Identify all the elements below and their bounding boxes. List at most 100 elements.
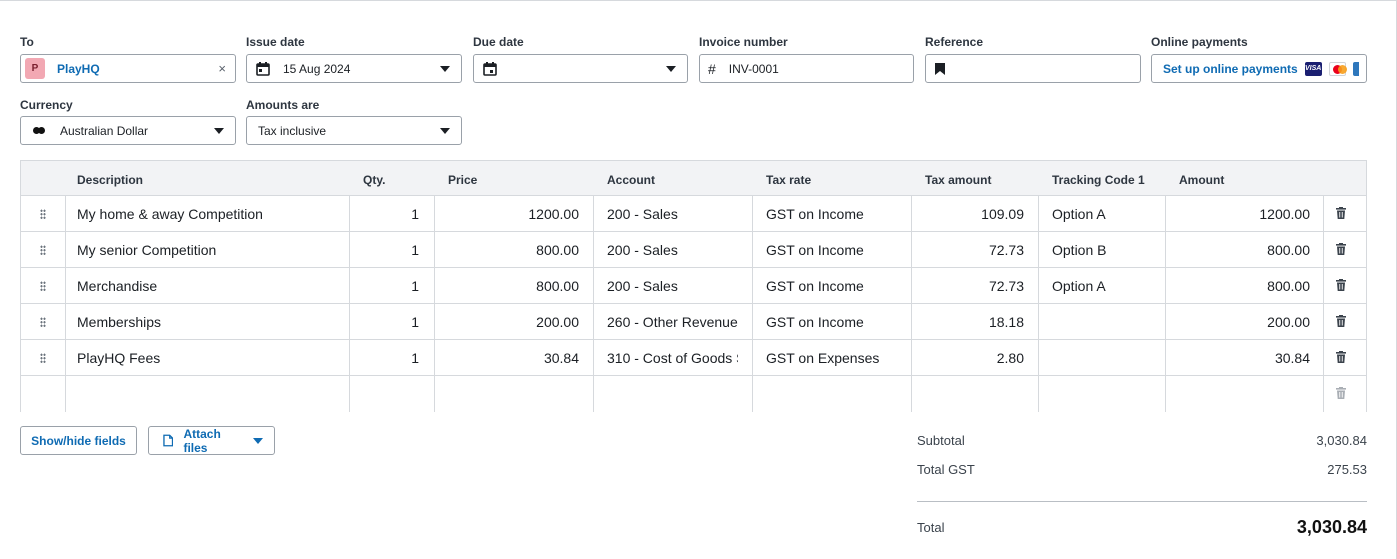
cell-tax-amount[interactable]: 72.73 (913, 242, 1024, 258)
contact-avatar: P (25, 58, 45, 79)
cell-tax-amount[interactable]: 109.09 (913, 206, 1024, 222)
chevron-down-icon (666, 65, 676, 72)
row-drag-handle[interactable] (21, 232, 66, 268)
cell-account[interactable]: 310 - Cost of Goods Sold (607, 350, 738, 366)
column-divider (1323, 268, 1324, 304)
cell-tax-amount[interactable]: 72.73 (913, 278, 1024, 294)
cell-account[interactable]: 260 - Other Revenue (607, 314, 738, 330)
row-drag-handle[interactable] (21, 268, 66, 304)
summary-divider (917, 501, 1367, 502)
cell-qty[interactable]: 1 (351, 314, 419, 330)
attach-files-label: Attach files (183, 426, 221, 455)
cell-amount[interactable]: 200.00 (1179, 314, 1310, 330)
show-hide-fields-button[interactable]: Show/hide fields (20, 426, 137, 455)
attach-files-button[interactable]: Attach files (148, 426, 275, 455)
cell-tax-rate[interactable]: GST on Income (766, 242, 911, 258)
amounts-are-select[interactable]: Tax inclusive (246, 116, 462, 145)
header-amount: Amount (1179, 173, 1225, 187)
invoice-number-value[interactable]: INV-0001 (729, 62, 913, 76)
trash-icon[interactable] (1336, 279, 1346, 291)
cell-account[interactable]: 200 - Sales (607, 278, 738, 294)
table-row: My senior Competition 1 800.00 200 - Sales G… (21, 232, 1366, 268)
cell-description[interactable]: PlayHQ Fees (77, 350, 347, 366)
header-tax-amount: Tax amount (925, 173, 992, 187)
issue-date-label: Issue date (246, 35, 305, 49)
cell-qty[interactable]: 1 (351, 278, 419, 294)
column-divider (752, 340, 753, 376)
cell-qty[interactable]: 1 (351, 350, 419, 366)
cell-account[interactable]: 200 - Sales (607, 242, 738, 258)
contact-name[interactable]: PlayHQ (57, 62, 218, 76)
drag-handle-icon (40, 352, 46, 363)
trash-icon[interactable] (1336, 243, 1346, 255)
chevron-down-icon (214, 127, 224, 134)
table-row: Merchandise 1 800.00 200 - Sales GST on Inco… (21, 268, 1366, 304)
online-payments-button[interactable]: Set up online payments VISA (1151, 54, 1367, 83)
column-divider (434, 196, 435, 232)
issue-date-value: 15 Aug 2024 (283, 61, 351, 76)
column-divider (434, 268, 435, 304)
cell-description[interactable]: Memberships (77, 314, 347, 330)
cell-tracking[interactable]: Option B (1052, 242, 1167, 258)
cell-price[interactable]: 800.00 (436, 278, 579, 294)
column-divider (1323, 376, 1324, 412)
row-drag-handle[interactable] (21, 340, 66, 376)
drag-handle-icon (40, 316, 46, 327)
column-divider (752, 376, 753, 412)
cell-price[interactable]: 200.00 (436, 314, 579, 330)
cell-qty[interactable]: 1 (351, 242, 419, 258)
cell-price[interactable]: 30.84 (436, 350, 579, 366)
cell-tax-rate[interactable]: GST on Income (766, 206, 911, 222)
cell-tax-amount[interactable]: 2.80 (913, 350, 1024, 366)
column-divider (1323, 196, 1324, 232)
issue-date-picker[interactable]: 15 Aug 2024 (246, 54, 462, 83)
cell-amount[interactable]: 800.00 (1179, 278, 1310, 294)
invoice-number-label: Invoice number (699, 35, 788, 49)
cell-description[interactable]: Merchandise (77, 278, 347, 294)
reference-field[interactable] (925, 54, 1141, 83)
header-qty: Qty. (363, 173, 386, 187)
row-drag-handle[interactable] (21, 196, 66, 232)
cell-tracking[interactable]: Option A (1052, 278, 1167, 294)
clear-contact-icon[interactable]: × (218, 61, 226, 76)
total-gst-label: Total GST (917, 462, 975, 477)
cell-tax-amount[interactable]: 18.18 (913, 314, 1024, 330)
currency-select[interactable]: Australian Dollar (20, 116, 236, 145)
contact-field[interactable]: P PlayHQ × (20, 54, 236, 83)
column-divider (1038, 304, 1039, 340)
row-drag-handle[interactable] (21, 376, 66, 412)
cell-tracking[interactable]: Option A (1052, 206, 1167, 222)
cell-tax-rate[interactable]: GST on Income (766, 278, 911, 294)
trash-icon[interactable] (1336, 351, 1346, 363)
column-divider (593, 376, 594, 412)
row-drag-handle[interactable] (21, 304, 66, 340)
amex-icon (1352, 61, 1359, 76)
cell-amount[interactable]: 30.84 (1179, 350, 1310, 366)
cell-price[interactable]: 1200.00 (436, 206, 579, 222)
cell-qty[interactable]: 1 (351, 206, 419, 222)
column-divider (752, 268, 753, 304)
cell-description[interactable]: My senior Competition (77, 242, 347, 258)
header-tracking: Tracking Code 1 (1052, 173, 1145, 187)
calendar-icon (256, 61, 270, 76)
column-divider (349, 340, 350, 376)
cell-tax-rate[interactable]: GST on Expenses (766, 350, 911, 366)
total-value: 3,030.84 (1296, 517, 1367, 537)
setup-online-payments-link[interactable]: Set up online payments (1163, 62, 1298, 76)
due-date-picker[interactable] (473, 54, 688, 83)
cell-price[interactable]: 800.00 (436, 242, 579, 258)
trash-icon[interactable] (1336, 387, 1346, 399)
cell-amount[interactable]: 800.00 (1179, 242, 1310, 258)
trash-icon[interactable] (1336, 207, 1346, 219)
cell-account[interactable]: 200 - Sales (607, 206, 738, 222)
column-divider (1323, 304, 1324, 340)
cell-tax-rate[interactable]: GST on Income (766, 314, 911, 330)
cell-description[interactable]: My home & away Competition (77, 206, 347, 222)
column-divider (1165, 376, 1166, 412)
cell-amount[interactable]: 1200.00 (1179, 206, 1310, 222)
trash-icon[interactable] (1336, 315, 1346, 327)
file-icon (163, 434, 174, 447)
invoice-number-field[interactable]: # INV-0001 (699, 54, 914, 83)
header-description: Description (77, 173, 144, 187)
drag-handle-icon (40, 244, 46, 255)
